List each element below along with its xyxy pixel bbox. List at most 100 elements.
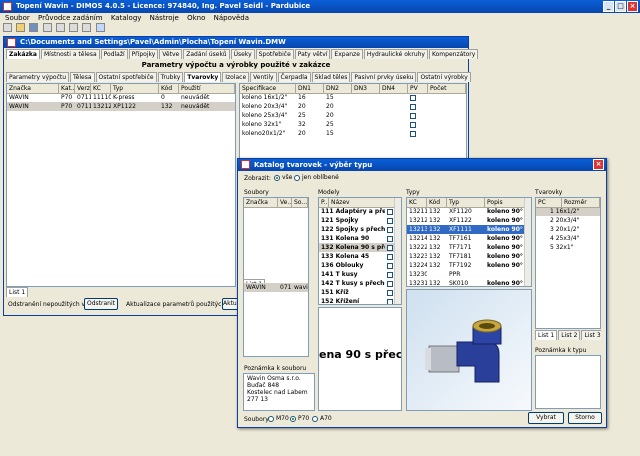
model-checkbox[interactable] xyxy=(385,270,393,279)
subtab-ventily[interactable]: Ventily xyxy=(250,72,277,82)
minimize-button[interactable]: _ xyxy=(603,1,614,12)
table-row[interactable]: 13212 132 XF1122 koleno 90° xyxy=(407,216,531,225)
model-checkbox[interactable] xyxy=(385,225,393,234)
pv-checkbox[interactable] xyxy=(408,93,428,102)
model-checkbox[interactable] xyxy=(385,288,393,297)
table-row[interactable]: koleno20x1/2" 20 15 xyxy=(240,129,466,138)
maximize-button[interactable]: □ xyxy=(615,1,626,12)
tab-paty-vetvi[interactable]: Paty větví xyxy=(294,49,331,59)
list-item[interactable]: 141 T kusy xyxy=(319,270,401,279)
type-note-box[interactable] xyxy=(535,355,601,409)
tab-hydraulicke-okruhy[interactable]: Hydraulické okruhy xyxy=(363,49,428,59)
open-folder-icon[interactable] xyxy=(16,23,26,32)
subtab-parametry[interactable]: Parametry výpočtu xyxy=(6,72,70,82)
show-favorites-radio[interactable]: jen oblíbené xyxy=(294,174,339,181)
table-row[interactable]: 13214 132 TF7161 koleno 90° xyxy=(407,234,531,243)
pv-checkbox[interactable] xyxy=(408,129,428,138)
radio-p70[interactable]: P70 xyxy=(290,415,309,422)
table-row[interactable]: koleno 32x1" 32 25 xyxy=(240,120,466,129)
models-scrollbar[interactable] xyxy=(394,198,401,304)
tab-useky[interactable]: Úseky xyxy=(230,49,255,59)
menu-soubor[interactable]: Soubor xyxy=(2,13,33,23)
subtab-pasivni-prvky[interactable]: Pasivní prvky úseku xyxy=(351,72,417,82)
tab-spotrebice[interactable]: Spotřebiče xyxy=(255,49,294,59)
list-item[interactable]: 121 Spojky xyxy=(319,216,401,225)
menu-okno[interactable]: Okno xyxy=(184,13,208,23)
list-item[interactable]: 122 Spojky s přechodem xyxy=(319,225,401,234)
subtab-izolace[interactable]: Izolace xyxy=(222,72,250,82)
subtab-trubky[interactable]: Trubky xyxy=(157,72,184,82)
model-checkbox[interactable] xyxy=(385,207,393,216)
list-item[interactable]: 142 T kusy s přechodem xyxy=(319,279,401,288)
table-row[interactable]: 13222 132 TF7171 koleno 90° xyxy=(407,243,531,252)
subtab-ostatni-vyrobky[interactable]: Ostatní výrobky xyxy=(417,72,471,82)
types-scrollbar[interactable] xyxy=(524,198,531,286)
list-item[interactable]: 151 Kříž xyxy=(319,288,401,297)
tab-kompenzatory[interactable]: Kompenzátory xyxy=(428,49,479,59)
model-checkbox[interactable] xyxy=(385,279,393,288)
cut-icon[interactable] xyxy=(55,23,65,32)
cancel-button[interactable]: Storno xyxy=(568,412,602,424)
tab-pripojky[interactable]: Přípojky xyxy=(128,49,159,59)
table-row[interactable]: 13224 132 TF7192 koleno 90° xyxy=(407,261,531,270)
model-checkbox[interactable] xyxy=(385,216,393,225)
radio-a70[interactable]: A70 xyxy=(312,415,332,422)
subtab-sklad-teles[interactable]: Sklad těles xyxy=(311,72,351,82)
table-row[interactable]: 4 25x3/4" xyxy=(536,234,600,243)
tab-zakazka[interactable]: Zakázka xyxy=(6,49,40,59)
tab-list-2[interactable]: List 2 xyxy=(558,330,581,340)
model-checkbox[interactable] xyxy=(385,297,393,304)
model-checkbox[interactable] xyxy=(385,243,393,252)
tab-podlazi[interactable]: Podlaží xyxy=(100,49,128,59)
tab-zadani-useku[interactable]: Zadání úseků xyxy=(183,49,230,59)
table-row[interactable]: 1 16x1/2" xyxy=(536,207,600,216)
table-row[interactable]: 3 20x1/2" xyxy=(536,225,600,234)
select-button[interactable]: Vybrat xyxy=(528,412,564,424)
tab-vetve[interactable]: Větve xyxy=(159,49,183,59)
list-item[interactable]: 133 Kolena 45 xyxy=(319,252,401,261)
new-file-icon[interactable] xyxy=(3,23,12,32)
save-icon[interactable] xyxy=(29,23,39,32)
table-row[interactable]: 2 20x3/4" xyxy=(536,216,600,225)
tab-mistnosti[interactable]: Místnosti a tělesa xyxy=(40,49,100,59)
list-item[interactable]: 152 Křížení xyxy=(319,297,401,304)
paste-icon[interactable] xyxy=(82,23,92,32)
pv-checkbox[interactable] xyxy=(408,120,428,129)
menu-nastroje[interactable]: Nástroje xyxy=(147,13,182,23)
subtab-telesa[interactable]: Tělesa xyxy=(70,72,95,82)
radio-m70[interactable]: M70 xyxy=(268,415,289,422)
list-item[interactable]: 132 Kolena 90 s přechodem xyxy=(319,243,401,252)
tab-list-1[interactable]: List 1 xyxy=(6,287,29,297)
table-row[interactable]: koleno 16x1/2" 16 15 xyxy=(240,93,466,102)
list-item[interactable]: 136 Oblouky xyxy=(319,261,401,270)
model-checkbox[interactable] xyxy=(385,234,393,243)
list-item[interactable]: 111 Adaptéry a přechodky xyxy=(319,207,401,216)
table-row[interactable]: 13230 PPR xyxy=(407,270,531,279)
tab-list-3[interactable]: List 3 xyxy=(581,330,601,340)
show-all-radio[interactable]: vše xyxy=(274,174,292,181)
list-item[interactable]: 131 Kolena 90 xyxy=(319,234,401,243)
table-row[interactable]: WAVIN P70 0711 13212 XP1122 132 neuvádět xyxy=(7,102,235,111)
file-note-box[interactable]: Wavin Osma s.r.o. Buďač 848 Kostelec nad… xyxy=(243,373,315,411)
model-checkbox[interactable] xyxy=(385,252,393,261)
table-row[interactable]: 13213 132 XF1111 koleno 90° xyxy=(407,225,531,234)
menu-pruvodce[interactable]: Průvodce zadáním xyxy=(35,13,106,23)
table-row[interactable]: 13223 132 TF7181 koleno 90° xyxy=(407,252,531,261)
table-row[interactable]: WAVIN P70 0711 11110 K-press 0 neuvádět xyxy=(7,93,235,102)
col-znacka[interactable]: Značka xyxy=(244,198,278,208)
help-icon[interactable] xyxy=(95,23,105,32)
pv-checkbox[interactable] xyxy=(408,111,428,120)
menu-napoveda[interactable]: Nápověda xyxy=(211,13,252,23)
menu-katalogy[interactable]: Katalogy xyxy=(108,13,145,23)
catalog-close-button[interactable]: × xyxy=(593,159,604,170)
subtab-cerpadla[interactable]: Čerpadla xyxy=(277,72,311,82)
table-row[interactable]: koleno 25x3/4" 25 20 xyxy=(240,111,466,120)
col-soubor[interactable]: So... xyxy=(292,198,308,208)
tab-list-1[interactable]: List 1 xyxy=(535,330,558,340)
subtab-ostatni-spotrebice[interactable]: Ostatní spotřebiče xyxy=(95,72,157,82)
subtab-tvarovky[interactable]: Tvarovky xyxy=(184,72,222,82)
delete-button[interactable]: Odstranit xyxy=(84,298,118,310)
table-row[interactable]: 5 32x1" xyxy=(536,243,600,252)
table-row[interactable]: koleno 20x3/4" 20 20 xyxy=(240,102,466,111)
pv-checkbox[interactable] xyxy=(408,102,428,111)
